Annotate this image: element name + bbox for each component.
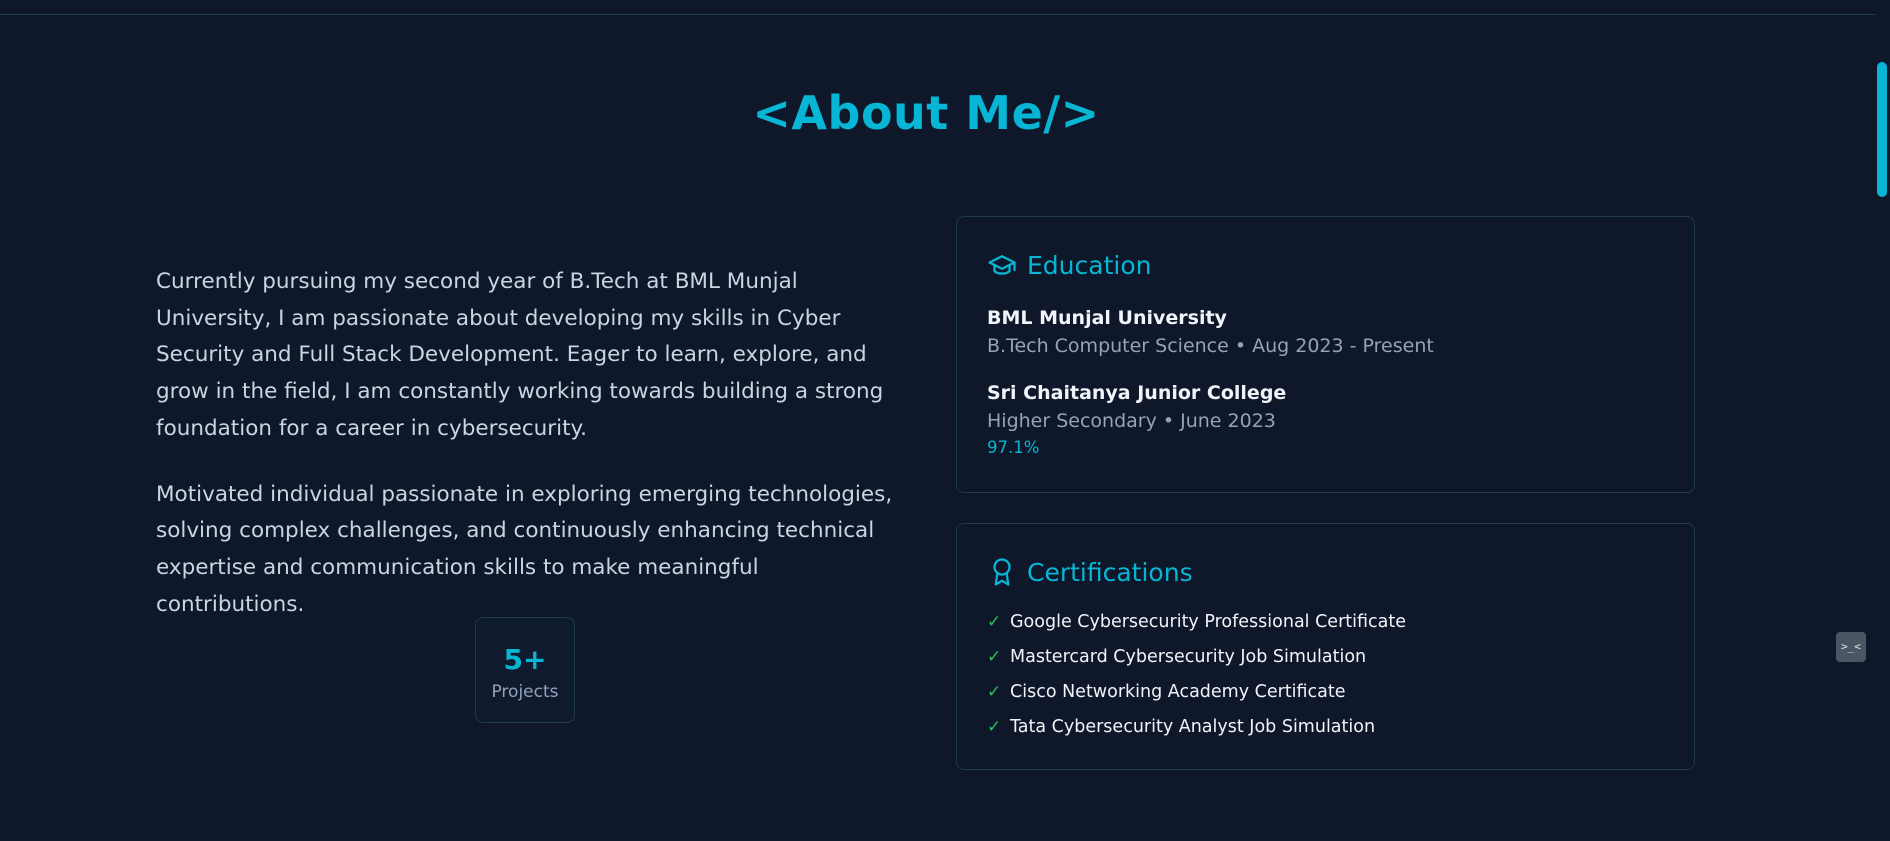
about-paragraph-2: Motivated individual passionate in explo… [156, 481, 893, 617]
education-item-detail: Higher Secondary • June 2023 [987, 410, 1276, 432]
education-title: Education [1027, 250, 1152, 280]
check-icon: ✓ [987, 647, 1002, 667]
education-item: Sri Chaitanya Junior College Higher Seco… [987, 382, 1286, 457]
education-item-grade: 97.1% [987, 438, 1040, 457]
certifications-header: Certifications [987, 557, 1193, 587]
section-title: <About Me/> [752, 86, 1100, 140]
page: <About Me/> Currently pursuing my second… [0, 0, 1890, 841]
award-icon [987, 557, 1017, 587]
projects-stat-label: Projects [491, 682, 559, 702]
certification-item: ✓ Tata Cybersecurity Analyst Job Simulat… [987, 715, 1406, 750]
scrollbar-thumb[interactable] [1877, 62, 1887, 197]
certifications-title: Certifications [1027, 557, 1193, 587]
certification-label: Google Cybersecurity Professional Certif… [1010, 612, 1406, 632]
certification-label: Mastercard Cybersecurity Job Simulation [1010, 647, 1367, 667]
terminal-icon: >_< [1841, 640, 1861, 653]
education-card: Education BML Munjal University B.Tech C… [956, 216, 1695, 493]
education-item: BML Munjal University B.Tech Computer Sc… [987, 307, 1434, 357]
education-header: Education [987, 250, 1151, 280]
projects-stat-card: 5+ Projects [475, 617, 575, 723]
certification-label: Tata Cybersecurity Analyst Job Simulatio… [1010, 717, 1376, 737]
certifications-card: Certifications ✓ Google Cybersecurity Pr… [956, 523, 1695, 770]
check-icon: ✓ [987, 682, 1002, 702]
certification-item: ✓ Cisco Networking Academy Certificate [987, 680, 1406, 715]
check-icon: ✓ [987, 717, 1002, 737]
projects-stat-value: 5+ [503, 643, 547, 676]
graduation-cap-icon [987, 250, 1017, 280]
terminal-button[interactable]: >_< [1836, 632, 1866, 662]
certification-item: ✓ Mastercard Cybersecurity Job Simulatio… [987, 645, 1406, 680]
education-item-name: BML Munjal University [987, 307, 1227, 329]
check-icon: ✓ [987, 612, 1002, 632]
about-paragraph-1: Currently pursuing my second year of B.T… [156, 269, 884, 441]
education-item-detail: B.Tech Computer Science • Aug 2023 - Pre… [987, 335, 1434, 357]
about-text: Currently pursuing my second year of B.T… [156, 264, 896, 652]
header-divider [0, 14, 1876, 15]
scrollbar[interactable] [1876, 0, 1890, 841]
certifications-list: ✓ Google Cybersecurity Professional Cert… [987, 610, 1406, 750]
certification-item: ✓ Google Cybersecurity Professional Cert… [987, 610, 1406, 645]
certification-label: Cisco Networking Academy Certificate [1010, 682, 1346, 702]
education-item-name: Sri Chaitanya Junior College [987, 382, 1287, 404]
